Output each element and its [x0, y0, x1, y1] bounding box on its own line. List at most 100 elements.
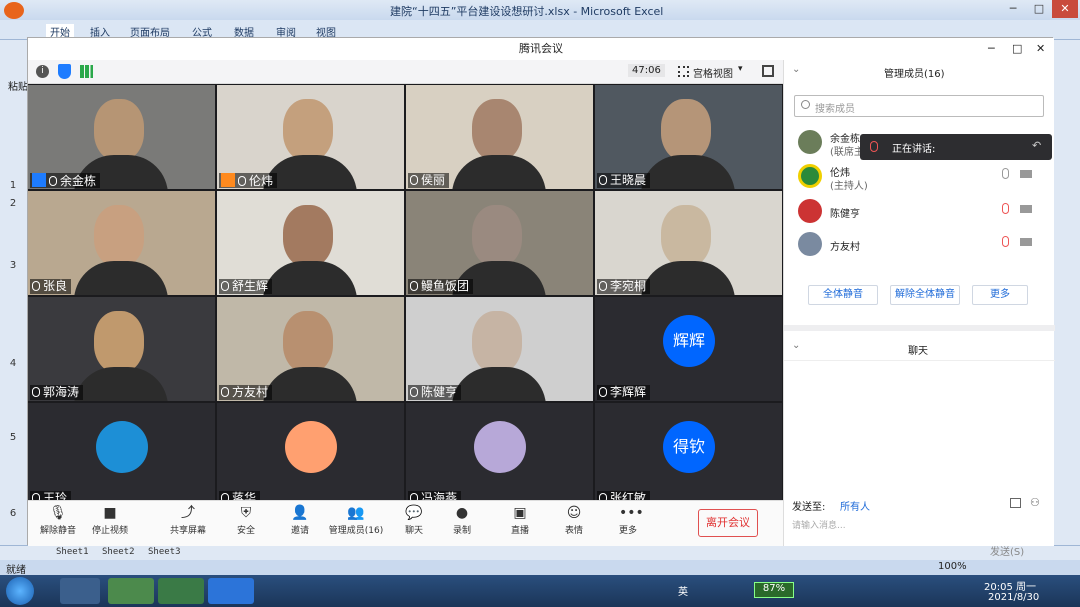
- unmute-button[interactable]: 🎙 解除静音: [28, 505, 88, 536]
- tencent-meeting-window: 腾讯会议 ─ □ ✕ i 47:06 宫格视图 ▾ 余金栋 伦炜 侯丽 王晓晨张良 舒生…: [27, 37, 1055, 558]
- video-toolbar: i 47:06 宫格视图 ▾: [28, 60, 783, 84]
- participant-body: [641, 155, 735, 189]
- sheet-tab[interactable]: Sheet1: [56, 547, 89, 557]
- participant-tile[interactable]: 王晓晨: [595, 85, 782, 189]
- record-label: 录制: [452, 526, 471, 536]
- meeting-title: 腾讯会议: [519, 42, 563, 55]
- manage-members-label: 管理成员(16): [328, 526, 384, 536]
- stop-video-button[interactable]: ■ 停止视频: [80, 505, 140, 536]
- invite-button[interactable]: 👤 邀请: [270, 505, 330, 536]
- chat-panel-title: 聊天: [908, 346, 928, 357]
- unmute-all-button[interactable]: 解除全体静音: [890, 285, 960, 305]
- minimize-icon[interactable]: ─: [1000, 0, 1026, 18]
- send-button[interactable]: 发送(S): [990, 543, 1024, 558]
- collapse-icon[interactable]: ⌄: [792, 64, 800, 75]
- maximize-icon[interactable]: □: [1026, 0, 1052, 18]
- sheet-tab[interactable]: Sheet2: [102, 547, 135, 557]
- chevron-down-icon[interactable]: ▾: [738, 64, 743, 74]
- sheet-tab[interactable]: Sheet3: [148, 547, 181, 557]
- participant-tile[interactable]: 陈健亨: [406, 297, 593, 401]
- vertical-scrollbar[interactable]: [1053, 40, 1080, 545]
- participant-tile[interactable]: 得钦 张红敏: [595, 403, 782, 507]
- row-header[interactable]: 4: [0, 358, 26, 369]
- grid-view-icon[interactable]: [678, 66, 689, 77]
- participant-tile[interactable]: 李宛桐: [595, 191, 782, 295]
- image-icon[interactable]: [1010, 498, 1021, 508]
- row-header[interactable]: 6: [0, 508, 26, 519]
- info-icon[interactable]: i: [36, 65, 49, 78]
- participant-tile[interactable]: 蒋华: [217, 403, 404, 507]
- excel-taskbar-icon[interactable]: [158, 578, 204, 604]
- wechat-icon[interactable]: [108, 578, 154, 604]
- reply-icon[interactable]: ↶: [1032, 139, 1041, 152]
- participant-name: 李辉辉: [610, 385, 647, 399]
- avatar: 得钦: [663, 421, 715, 473]
- participant-name-label: 余金栋: [30, 173, 101, 188]
- mic-muted-icon[interactable]: [1002, 203, 1009, 214]
- start-button-icon[interactable]: [6, 577, 34, 605]
- clock-time[interactable]: 20:05 周一: [984, 578, 1036, 593]
- record-button[interactable]: ● 录制: [432, 505, 492, 536]
- participant-tile[interactable]: 侯丽: [406, 85, 593, 189]
- row-header[interactable]: 3: [0, 260, 26, 271]
- firefox-icon[interactable]: [60, 578, 100, 604]
- zoom-level[interactable]: 100%: [938, 561, 967, 572]
- share-screen-button[interactable]: ⤴ 共享屏幕: [158, 505, 218, 536]
- office-logo-icon[interactable]: [4, 2, 24, 19]
- ime-indicator[interactable]: 英: [678, 583, 688, 598]
- participant-tile[interactable]: 张良: [28, 191, 215, 295]
- mention-icon[interactable]: ⚇: [1030, 496, 1040, 509]
- tencent-meeting-taskbar-icon[interactable]: [208, 578, 254, 604]
- battery-indicator[interactable]: 87%: [754, 582, 794, 598]
- live-button[interactable]: ▣ 直播: [490, 505, 550, 536]
- more-button[interactable]: ••• 更多: [598, 505, 658, 536]
- row-header[interactable]: 1: [0, 180, 26, 191]
- participant-tile[interactable]: 方友村: [217, 297, 404, 401]
- row-header[interactable]: 5: [0, 432, 26, 443]
- mic-muted-icon: 🎙: [49, 505, 67, 521]
- participant-tile[interactable]: 舒生辉: [217, 191, 404, 295]
- fullscreen-icon[interactable]: [762, 65, 774, 77]
- camera-icon: ■: [103, 505, 117, 521]
- chat-input[interactable]: 请输入消息...: [792, 518, 846, 531]
- participant-tile[interactable]: 伦炜: [217, 85, 404, 189]
- minimize-icon[interactable]: ─: [988, 38, 995, 60]
- view-mode-select[interactable]: 宫格视图: [693, 65, 733, 80]
- collapse-icon[interactable]: ⌄: [792, 340, 800, 351]
- mic-muted-icon[interactable]: [1002, 236, 1009, 247]
- row-headers: 粘贴 1 2 3 4 5 6: [0, 40, 30, 545]
- signal-icon[interactable]: [80, 65, 93, 78]
- mute-all-button[interactable]: 全体静音: [808, 285, 878, 305]
- camera-icon[interactable]: [1020, 238, 1032, 246]
- member-row[interactable]: 伦炜 (主持人): [794, 162, 1044, 192]
- member-search-input[interactable]: 搜索成员: [794, 95, 1044, 117]
- participant-tile[interactable]: 辉辉李辉辉: [595, 297, 782, 401]
- camera-icon[interactable]: [1020, 205, 1032, 213]
- participant-tile[interactable]: 冯海燕: [406, 403, 593, 507]
- shield-icon[interactable]: [58, 64, 71, 79]
- manage-members-button[interactable]: 👥 管理成员(16): [326, 505, 386, 536]
- close-icon[interactable]: ✕: [1036, 38, 1045, 60]
- member-row[interactable]: 方友村: [794, 230, 1044, 258]
- participant-tile[interactable]: 郭海涛: [28, 297, 215, 401]
- close-icon[interactable]: ✕: [1052, 0, 1078, 18]
- send-to-select[interactable]: 所有人: [840, 498, 870, 513]
- meeting-timer: 47:06: [628, 64, 665, 77]
- avatar: 辉辉: [663, 315, 715, 367]
- maximize-icon[interactable]: □: [1012, 38, 1022, 60]
- paste-label[interactable]: 粘贴: [8, 78, 28, 93]
- participant-tile[interactable]: 余金栋: [28, 85, 215, 189]
- security-button[interactable]: ⛨ 安全: [216, 505, 276, 536]
- mic-icon[interactable]: [1002, 168, 1009, 179]
- leave-meeting-button[interactable]: 离开会议: [698, 509, 758, 537]
- member-row[interactable]: 陈健亨: [794, 197, 1044, 225]
- participant-tile[interactable]: 王玲: [28, 403, 215, 507]
- participant-name: 鳗鱼饭团: [421, 279, 470, 293]
- row-header[interactable]: 2: [0, 198, 26, 209]
- camera-icon[interactable]: [1020, 170, 1032, 178]
- clock-date[interactable]: 2021/8/30: [988, 592, 1039, 603]
- speaking-label: 正在讲话:: [892, 144, 936, 155]
- participant-tile[interactable]: 鳗鱼饭团: [406, 191, 593, 295]
- more-members-button[interactable]: 更多: [972, 285, 1028, 305]
- emoji-button[interactable]: ☺ 表情: [544, 505, 604, 536]
